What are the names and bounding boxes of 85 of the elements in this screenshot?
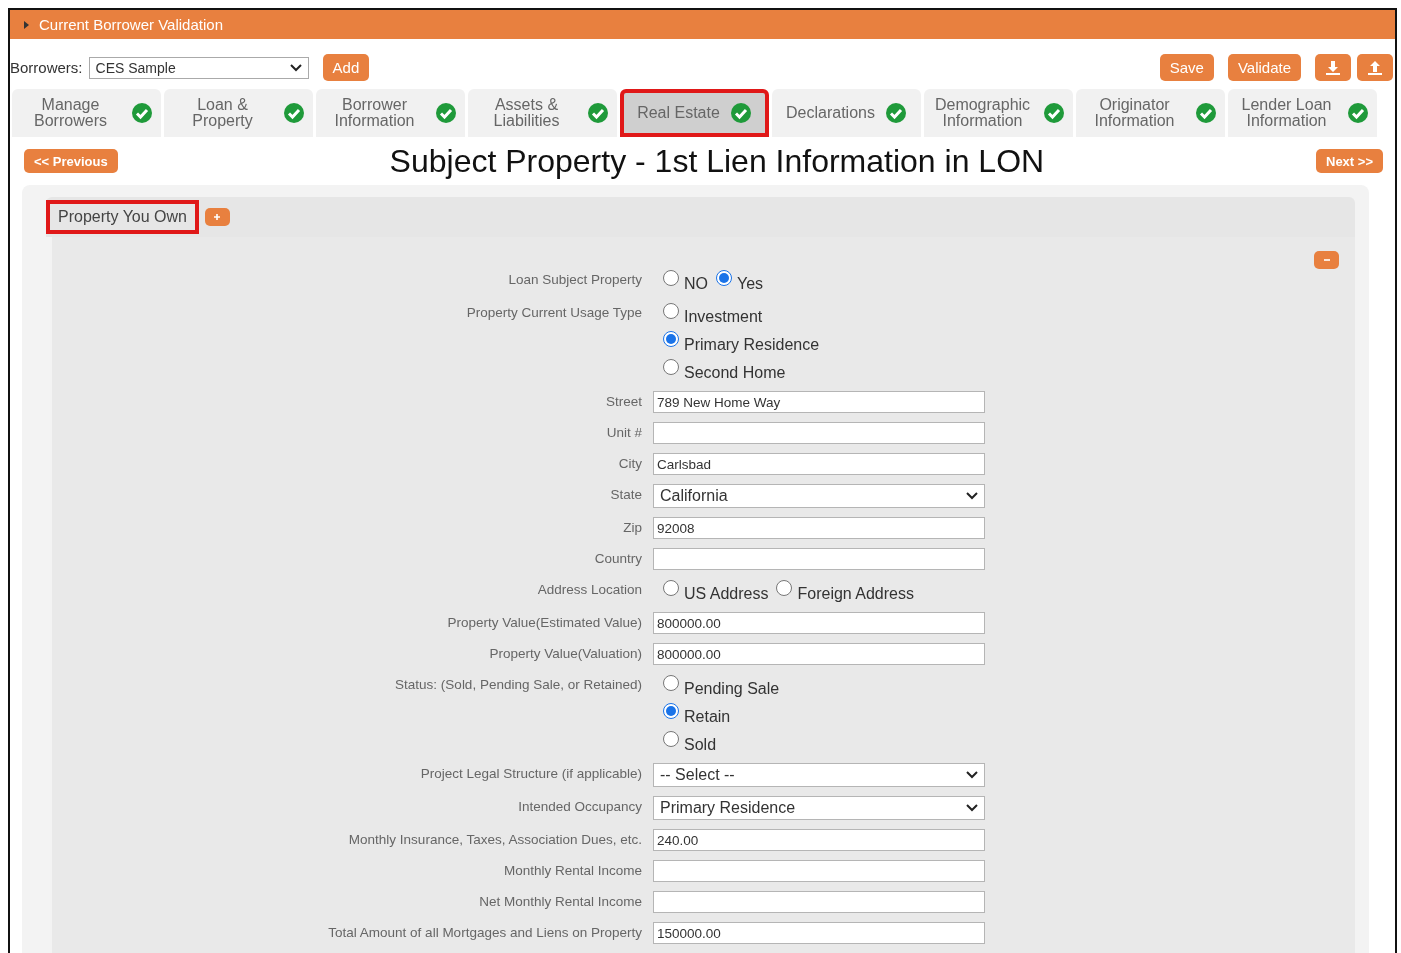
text-field[interactable] — [653, 860, 985, 882]
radio-button[interactable] — [663, 303, 679, 319]
header-title: Current Borrower Validation — [39, 16, 223, 33]
radio-button[interactable] — [663, 731, 679, 747]
field-label: Property Current Usage Type — [466, 304, 642, 322]
text-field[interactable]: 789 New Home Way — [653, 391, 985, 413]
save-button[interactable]: Save — [1159, 54, 1214, 81]
radio-button[interactable] — [663, 331, 679, 347]
field-label: Unit # — [606, 424, 642, 442]
section-header[interactable]: Current Borrower Validation — [10, 10, 1395, 39]
field-label: Project Legal Structure (if applicable) — [420, 765, 642, 783]
radio-label: Second Home — [684, 364, 786, 382]
page-title: Subject Property - 1st Lien Information in LON — [389, 142, 1045, 180]
radio-label: Retain — [684, 708, 731, 726]
field-label: Street — [605, 393, 642, 411]
text-field[interactable] — [653, 891, 985, 913]
tab[interactable]: Real Estate — [620, 89, 769, 137]
field-label: Net Monthly Rental Income — [479, 893, 642, 911]
radio-label: Foreign Address — [797, 585, 914, 603]
tab[interactable]: Originator Information — [1076, 89, 1225, 137]
radio-button[interactable] — [663, 270, 679, 286]
minus-icon — [1323, 259, 1330, 261]
next-button[interactable]: Next >> — [1316, 149, 1383, 173]
tab[interactable]: Declarations — [772, 89, 921, 137]
radio-label: Sold — [684, 736, 717, 754]
text-field[interactable]: 800000.00 — [653, 612, 985, 634]
radio-button[interactable] — [716, 270, 732, 286]
add-button[interactable]: Add — [322, 54, 370, 81]
borrowers-label: Borrowers: — [10, 59, 83, 76]
collapse-button[interactable] — [1314, 251, 1339, 269]
radio-button[interactable] — [776, 580, 793, 596]
text-field[interactable]: Carlsbad — [653, 453, 985, 475]
field-label: Status: (Sold, Pending Sale, or Retained) — [395, 676, 642, 694]
field-label: Zip — [623, 519, 642, 537]
text-field[interactable]: 92008 — [653, 517, 985, 539]
text-field[interactable]: 150000.00 — [653, 922, 985, 944]
chevron-down-icon — [289, 63, 302, 72]
radio-label: Investment — [684, 308, 763, 326]
radio-label: Primary Residence — [684, 336, 820, 354]
add-button[interactable] — [204, 208, 230, 226]
borrower-dropdown[interactable]: CES Sample — [88, 56, 309, 79]
dropdown[interactable]: -- Select -- — [653, 763, 985, 787]
chevron-down-icon — [966, 804, 978, 812]
radio-button[interactable] — [663, 580, 679, 596]
validate-button[interactable]: Validate — [1227, 54, 1301, 81]
previous-button[interactable]: << Previous — [24, 149, 118, 173]
tab[interactable]: Demographic Information — [924, 89, 1073, 137]
radio-label: NO — [684, 275, 708, 293]
field-label: Address Location — [537, 581, 642, 599]
chevron-down-icon — [966, 771, 978, 779]
download-button[interactable] — [1315, 54, 1351, 81]
dropdown[interactable]: California — [653, 484, 985, 508]
radio-label: Yes — [737, 275, 764, 293]
text-field[interactable]: 240.00 — [653, 829, 985, 851]
tab[interactable]: Borrower Information — [316, 89, 465, 137]
section-title: Property You Own — [46, 200, 199, 234]
field-label: Loan Subject Property — [508, 271, 642, 289]
field-label: Property Value(Valuation) — [489, 645, 642, 663]
field-label: Total Amount of all Mortgages and Liens on Property — [328, 924, 642, 942]
radio-label: US Address — [684, 585, 769, 603]
chevron-down-icon — [966, 492, 978, 500]
triangle-icon — [24, 20, 29, 29]
radio-button[interactable] — [663, 359, 679, 375]
tab[interactable]: Loan & Property — [164, 89, 313, 137]
download-icon — [1325, 59, 1341, 76]
radio-label: Pending Sale — [684, 680, 780, 698]
upload-button[interactable] — [1357, 54, 1393, 81]
text-field[interactable] — [653, 422, 985, 444]
text-field[interactable] — [653, 548, 985, 570]
upload-icon — [1367, 59, 1383, 76]
field-label: Intended Occupancy — [518, 798, 642, 816]
field-label: Country — [594, 550, 642, 568]
field-label: City — [618, 455, 642, 473]
radio-button[interactable] — [663, 703, 679, 719]
field-label: State — [610, 486, 642, 504]
field-label: Monthly Rental Income — [503, 862, 642, 880]
dropdown[interactable]: Primary Residence — [653, 796, 985, 820]
field-label: Monthly Insurance, Taxes, Association Dues, etc. — [348, 831, 642, 849]
plus-icon — [214, 214, 221, 220]
tab[interactable]: Assets & Liabilities — [468, 89, 617, 137]
text-field[interactable]: 800000.00 — [653, 643, 985, 665]
tab[interactable]: Manage Borrowers — [12, 89, 161, 137]
tab[interactable]: Lender Loan Information — [1228, 89, 1377, 137]
radio-button[interactable] — [663, 675, 679, 691]
field-label: Property Value(Estimated Value) — [447, 614, 642, 632]
